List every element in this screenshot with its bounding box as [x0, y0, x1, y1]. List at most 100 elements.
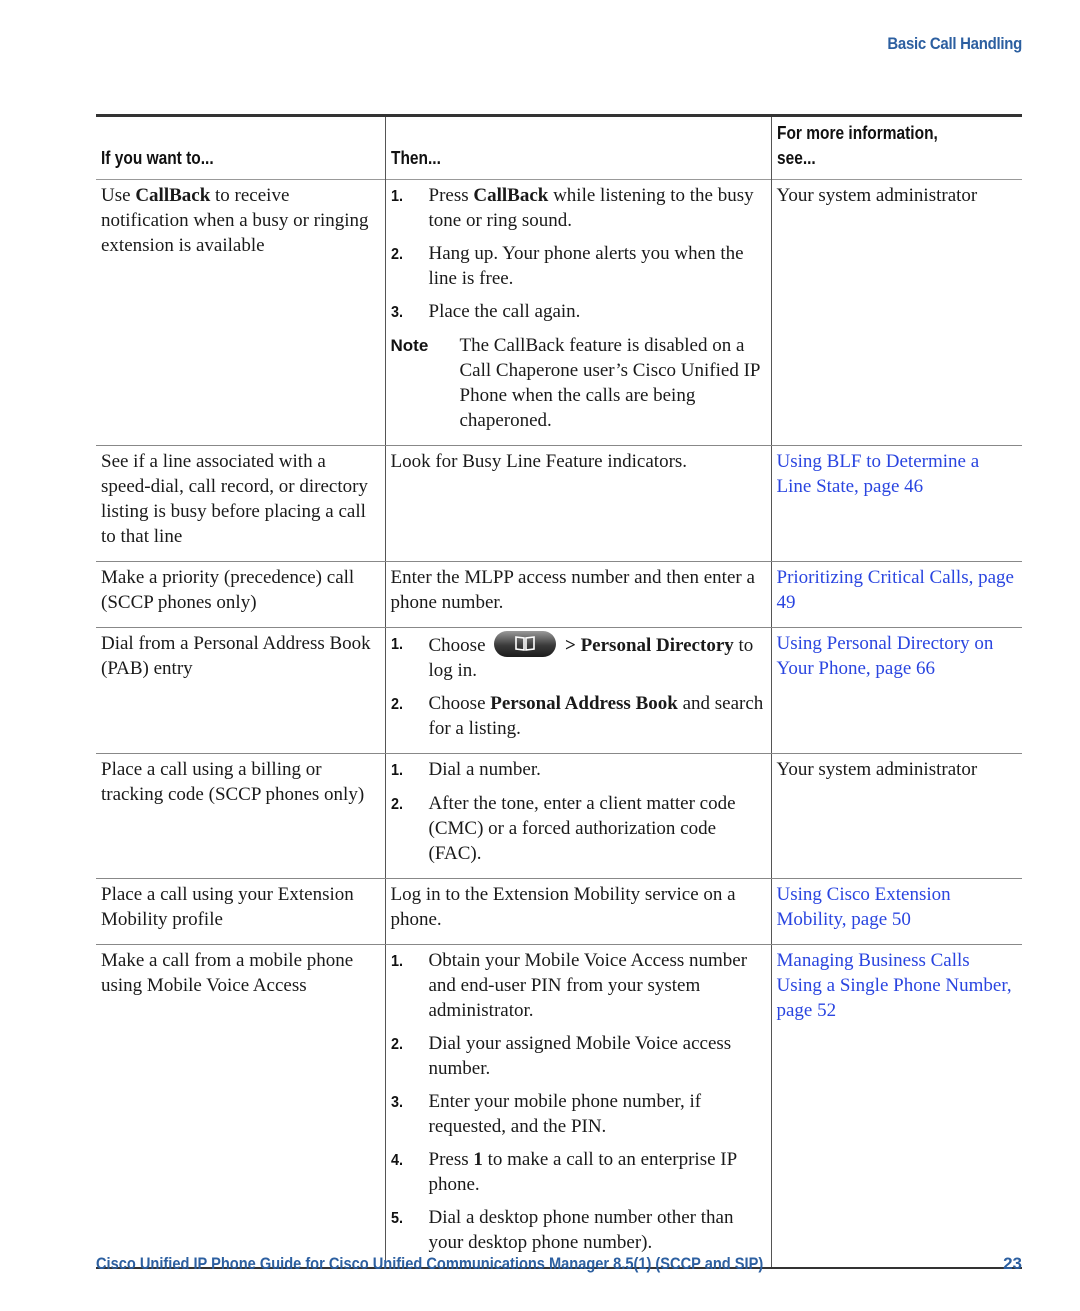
info-cell: Your system administrator	[770, 179, 1022, 446]
task-cell: Make a priority (precedence) call (SCCP …	[96, 561, 385, 628]
cross-reference-link[interactable]: Managing Business Calls Using a Single P…	[777, 950, 1012, 1021]
step-item: 1. Dial a number.	[391, 757, 766, 783]
info-cell: Managing Business Calls Using a Single P…	[770, 944, 1022, 1269]
footer-title: Cisco Unified IP Phone Guide for Cisco U…	[96, 1254, 764, 1273]
step-number: 3.	[390, 1094, 403, 1111]
step-text: Dial a number.	[429, 757, 766, 783]
text-run: Dial a number.	[428, 759, 541, 780]
then-cell: 1. Choose > Personal Directory to log in.…	[384, 627, 771, 754]
step-number: 3.	[390, 304, 403, 321]
text-run: Press	[428, 1149, 474, 1170]
task-cell: Place a call using a billing or tracking…	[96, 753, 385, 879]
step-number: 2.	[390, 246, 403, 263]
steps-list: 1. Dial a number. 2. After the tone, enter …	[391, 757, 766, 866]
table-row: Make a call from a mobile phone using Mo…	[96, 944, 1022, 1269]
step-number: 2.	[390, 696, 403, 713]
info-cell: Your system administrator	[770, 753, 1022, 879]
step-text: Obtain your Mobile Voice Access number a…	[429, 948, 766, 1023]
step-number: 1.	[390, 636, 403, 653]
table-body: Use CallBack to receive notification whe…	[96, 179, 1022, 1269]
text-run: Make a priority (precedence) call (SCCP …	[101, 567, 355, 613]
text-run: Dial from a Personal Address Book (PAB) …	[101, 633, 371, 679]
note-label: Note	[390, 336, 429, 355]
directories-button-icon[interactable]	[494, 631, 557, 657]
info-cell: Using BLF to Determine a Line State, pag…	[770, 445, 1022, 562]
header-then: Then...	[384, 115, 771, 180]
steps-list: 1. Choose > Personal Directory to log in.…	[391, 631, 766, 741]
step-number: 2.	[390, 796, 403, 813]
step-number: 1.	[390, 762, 403, 779]
step-item: 1. Obtain your Mobile Voice Access number…	[391, 948, 766, 1023]
step-item: 4. Press 1 to make a call to an enterpris…	[391, 1147, 766, 1197]
cross-reference-link[interactable]: Using BLF to Determine a Line State, pag…	[777, 451, 980, 497]
page-number: 23	[1003, 1254, 1022, 1273]
then-cell: Look for Busy Line Feature indicators.	[384, 445, 771, 562]
cross-reference-link[interactable]: Using Personal Directory on Your Phone, …	[777, 633, 994, 679]
cross-reference-link[interactable]: Using Cisco Extension Mobility, page 50	[777, 884, 951, 930]
step-text: Dial a desktop phone number other than y…	[429, 1205, 766, 1255]
table-row: See if a line associated with a speed-di…	[96, 445, 1022, 562]
text-run: Make a call from a mobile phone using Mo…	[101, 950, 354, 996]
step-item: 2. Choose Personal Address Book and searc…	[391, 691, 766, 741]
header-if-you-want-to: If you want to...	[101, 148, 214, 168]
steps-list: 1. Press CallBack while listening to the …	[391, 183, 766, 325]
step-number: 4.	[390, 1152, 403, 1169]
steps-list: 1. Obtain your Mobile Voice Access number…	[391, 948, 766, 1255]
text-run: Place a call using a billing or tracking…	[101, 759, 365, 805]
task-cell: See if a line associated with a speed-di…	[96, 445, 385, 562]
step-text: After the tone, enter a client matter co…	[429, 791, 766, 866]
then-text: Enter the MLPP access number and then en…	[390, 567, 755, 613]
table-row: Use CallBack to receive notification whe…	[96, 179, 1022, 446]
step-item: 2. Dial your assigned Mobile Voice access…	[391, 1031, 766, 1081]
then-cell: 1. Dial a number. 2. After the tone, enter …	[384, 753, 771, 879]
note-block: Note The CallBack feature is disabled on …	[391, 333, 766, 433]
text-run: Enter your mobile phone number, if reque…	[428, 1091, 702, 1137]
step-item: 1. Press CallBack while listening to the …	[391, 183, 766, 233]
table-row: Place a call using your Extension Mobili…	[96, 878, 1022, 945]
page-footer: Cisco Unified IP Phone Guide for Cisco U…	[96, 1254, 1022, 1274]
header-more-info: For more information, see...	[770, 115, 1022, 180]
info-cell: Using Personal Directory on Your Phone, …	[770, 627, 1022, 754]
text-run: Place the call again.	[428, 301, 581, 322]
step-item: 3. Place the call again.	[391, 299, 766, 325]
note-text: The CallBack feature is disabled on a Ca…	[459, 335, 760, 431]
then-cell: Enter the MLPP access number and then en…	[384, 561, 771, 628]
table-header-row: If you want to... Then... For more infor…	[96, 115, 1022, 180]
info-cell: Using Cisco Extension Mobility, page 50	[770, 878, 1022, 945]
step-text: Choose > Personal Directory to log in.	[429, 631, 766, 683]
text-run: Dial your assigned Mobile Voice access n…	[428, 1033, 732, 1079]
text-run: Choose	[428, 693, 491, 714]
info-text: Your system administrator	[776, 759, 978, 780]
step-text: Choose Personal Address Book and search …	[429, 691, 766, 741]
text-run: Obtain your Mobile Voice Access number a…	[428, 950, 748, 1021]
step-text: Press CallBack while listening to the bu…	[429, 183, 766, 233]
table-row: Make a priority (precedence) call (SCCP …	[96, 561, 1022, 628]
cross-reference-link[interactable]: Prioritizing Critical Calls, page 49	[777, 567, 1014, 613]
step-text: Hang up. Your phone alerts you when the …	[429, 241, 766, 291]
then-cell: 1. Press CallBack while listening to the …	[384, 179, 771, 446]
info-text: Your system administrator	[776, 185, 978, 206]
table-row: Dial from a Personal Address Book (PAB) …	[96, 627, 1022, 754]
step-number: 1.	[390, 953, 403, 970]
step-number: 1.	[390, 188, 403, 205]
text-run: Use	[101, 185, 136, 206]
task-cell: Place a call using your Extension Mobili…	[96, 878, 385, 945]
text-run: Hang up. Your phone alerts you when the …	[428, 243, 744, 289]
text-run: See if a line associated with a speed-di…	[101, 451, 368, 547]
then-text: Look for Busy Line Feature indicators.	[390, 451, 688, 472]
then-text: Log in to the Extension Mobility service…	[390, 884, 736, 930]
then-cell: Log in to the Extension Mobility service…	[384, 878, 771, 945]
step-text: Dial your assigned Mobile Voice access n…	[429, 1031, 766, 1081]
step-item: 2. After the tone, enter a client matter …	[391, 791, 766, 866]
bold-term: CallBack	[135, 185, 211, 206]
step-number: 5.	[390, 1210, 403, 1227]
then-cell: 1. Obtain your Mobile Voice Access number…	[384, 944, 771, 1269]
step-item: 3. Enter your mobile phone number, if req…	[391, 1089, 766, 1139]
text-run: Choose	[428, 635, 491, 656]
running-head: Basic Call Handling	[887, 34, 1022, 53]
task-cell: Dial from a Personal Address Book (PAB) …	[96, 627, 385, 754]
bold-term: 1	[473, 1149, 483, 1170]
table-row: Place a call using a billing or tracking…	[96, 753, 1022, 879]
step-text: Enter your mobile phone number, if reque…	[429, 1089, 766, 1139]
step-item: 5. Dial a desktop phone number other than…	[391, 1205, 766, 1255]
